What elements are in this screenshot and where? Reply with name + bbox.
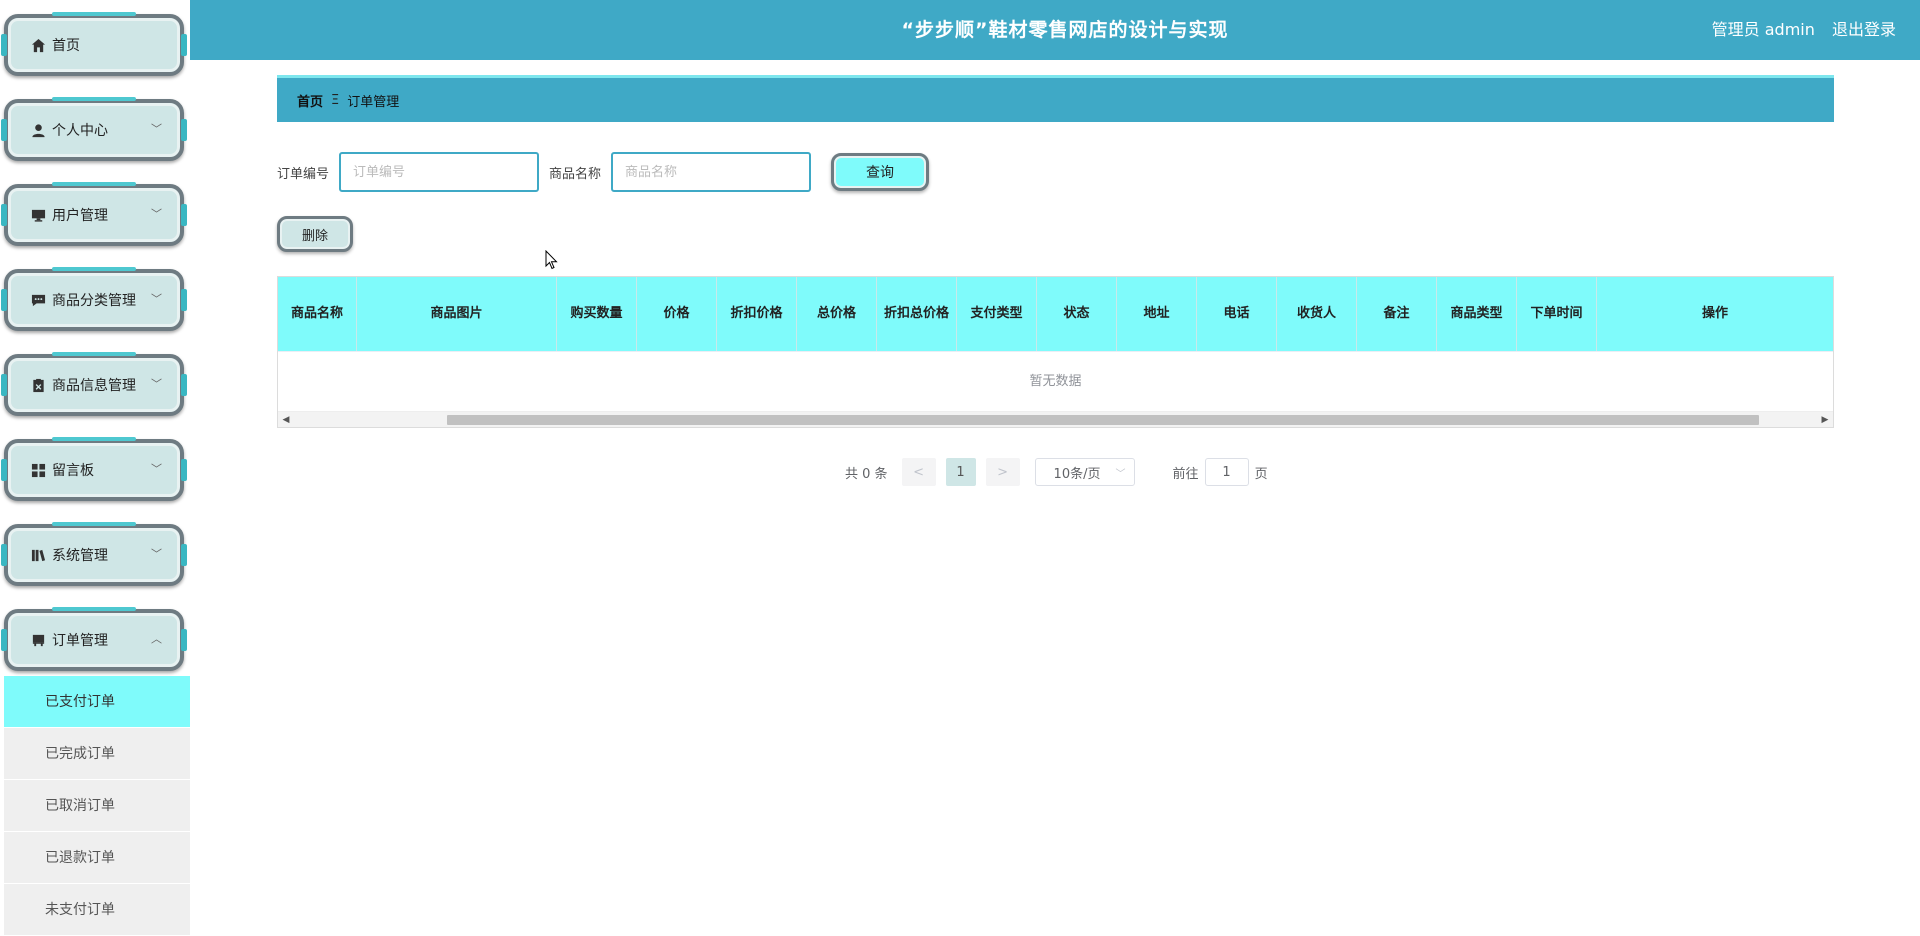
page-number-button[interactable]: 1	[945, 458, 976, 486]
breadcrumb: 首页 Ξ 订单管理	[277, 75, 1834, 122]
submenu-item-paid-orders[interactable]: 已支付订单	[4, 676, 190, 728]
order-no-input[interactable]	[339, 152, 540, 192]
column-header: 价格	[637, 277, 717, 351]
goto-prefix-label: 前往	[1172, 466, 1199, 482]
header-user-area: 管理员 admin 退出登录	[1700, 0, 1896, 60]
column-header: 电话	[1197, 277, 1277, 351]
sidebar-item-label: 留言板	[52, 463, 94, 479]
chat-icon	[30, 292, 46, 308]
column-header: 总价格	[797, 277, 877, 351]
scroll-right-icon[interactable]: ▶	[1817, 412, 1833, 428]
delete-button[interactable]: 删除	[277, 216, 353, 252]
store-icon	[30, 632, 46, 648]
sidebar-item-message-board[interactable]: 留言板 ﹀	[4, 439, 187, 501]
order-submenu: 已支付订单 已完成订单 已取消订单 已退款订单 未支付订单	[4, 676, 190, 936]
sidebar-item-user-management[interactable]: 用户管理 ﹀	[4, 184, 187, 246]
book-icon	[30, 547, 46, 563]
chevron-down-icon: ﹀	[151, 462, 162, 476]
submenu-item-completed-orders[interactable]: 已完成订单	[4, 728, 190, 780]
chevron-down-icon: ﹀	[151, 292, 162, 306]
column-header: 下单时间	[1517, 277, 1597, 351]
sidebar-item-label: 系统管理	[52, 548, 108, 564]
goto-page-input[interactable]	[1204, 458, 1249, 486]
home-icon	[30, 37, 46, 53]
sidebar-item-category-management[interactable]: 商品分类管理 ﹀	[4, 269, 187, 331]
site-title: “步步顺”鞋材零售网店的设计与实现	[901, 19, 1229, 41]
search-bar: 订单编号 商品名称 查询	[277, 152, 930, 192]
sidebar: 首页 个人中心 ﹀ 用户管理 ﹀ 商品分类管理 ﹀ 商品信息管理 ﹀ 留言板 ﹀…	[0, 0, 190, 936]
chevron-down-icon: ﹀	[1115, 469, 1126, 480]
table-header: 商品名称 商品图片 购买数量 价格 折扣价格 总价格 折扣总价格 支付类型 状态…	[278, 277, 1833, 351]
page-size-value: 10条/页	[1053, 466, 1101, 482]
breadcrumb-home[interactable]: 首页	[297, 91, 323, 110]
order-no-label: 订单编号	[277, 166, 330, 182]
admin-user-label: 管理员 admin	[1711, 20, 1815, 39]
sidebar-item-system-management[interactable]: 系统管理 ﹀	[4, 524, 187, 586]
sidebar-item-label: 用户管理	[52, 208, 108, 224]
sidebar-item-label: 首页	[52, 38, 80, 54]
column-header: 购买数量	[557, 277, 637, 351]
sidebar-item-label: 订单管理	[52, 633, 108, 649]
submenu-item-refunded-orders[interactable]: 已退款订单	[4, 832, 190, 884]
logout-link[interactable]: 退出登录	[1832, 20, 1896, 39]
scrollbar-thumb[interactable]	[447, 415, 1759, 425]
column-header: 操作	[1701, 306, 1728, 321]
monitor-icon	[30, 207, 46, 223]
sidebar-item-label: 商品信息管理	[52, 378, 136, 394]
submenu-item-unpaid-orders[interactable]: 未支付订单	[4, 884, 190, 936]
goods-name-input[interactable]	[611, 152, 812, 192]
column-header: 商品类型	[1437, 277, 1517, 351]
breadcrumb-current: 订单管理	[347, 94, 400, 110]
sidebar-item-label: 个人中心	[52, 123, 108, 139]
chevron-down-icon: ﹀	[151, 122, 162, 136]
chevron-down-icon: ﹀	[151, 377, 162, 391]
sidebar-item-goods-info-management[interactable]: 商品信息管理 ﹀	[4, 354, 187, 416]
column-header: 地址	[1117, 277, 1197, 351]
chevron-down-icon: ﹀	[151, 547, 162, 561]
column-header: 备注	[1357, 277, 1437, 351]
prev-page-button[interactable]: <	[901, 458, 936, 486]
column-header: 商品图片	[357, 277, 557, 351]
column-header: 收货人	[1277, 277, 1357, 351]
sidebar-item-personal-center[interactable]: 个人中心 ﹀	[4, 99, 187, 161]
submenu-item-cancelled-orders[interactable]: 已取消订单	[4, 780, 190, 832]
breadcrumb-separator-icon: Ξ	[331, 92, 340, 108]
next-page-button[interactable]: >	[985, 458, 1020, 486]
horizontal-scrollbar[interactable]: ◀ ▶	[278, 411, 1833, 427]
user-icon	[30, 122, 46, 138]
total-count: 共 0 条	[845, 466, 888, 482]
page-size-select[interactable]: 10条/页 ﹀	[1034, 458, 1135, 486]
goods-name-label: 商品名称	[549, 166, 602, 182]
empty-table-message: 暂无数据	[278, 351, 1833, 411]
sidebar-item-label: 商品分类管理	[52, 293, 136, 309]
sidebar-item-home[interactable]: 首页	[4, 14, 187, 76]
pagination: 共 0 条 < 1 > 10条/页 ﹀ 前往 页	[845, 458, 1268, 486]
column-header: 支付类型	[957, 277, 1037, 351]
grid-icon	[30, 462, 46, 478]
column-header: 商品名称	[278, 277, 357, 351]
top-header: “步步顺”鞋材零售网店的设计与实现 管理员 admin 退出登录	[190, 0, 1920, 60]
goto-suffix-label: 页	[1254, 466, 1268, 482]
scroll-left-icon[interactable]: ◀	[278, 412, 294, 428]
column-header: 折扣价格	[717, 277, 797, 351]
clipboard-icon	[30, 377, 46, 393]
sidebar-item-order-management[interactable]: 订单管理 ︿	[4, 609, 187, 671]
column-header: 状态	[1037, 277, 1117, 351]
chevron-up-icon: ︿	[151, 632, 162, 646]
orders-table: 商品名称 商品图片 购买数量 价格 折扣价格 总价格 折扣总价格 支付类型 状态…	[277, 276, 1834, 428]
column-header: 折扣总价格	[877, 277, 957, 351]
query-button[interactable]: 查询	[831, 153, 930, 191]
chevron-down-icon: ﹀	[151, 207, 162, 221]
